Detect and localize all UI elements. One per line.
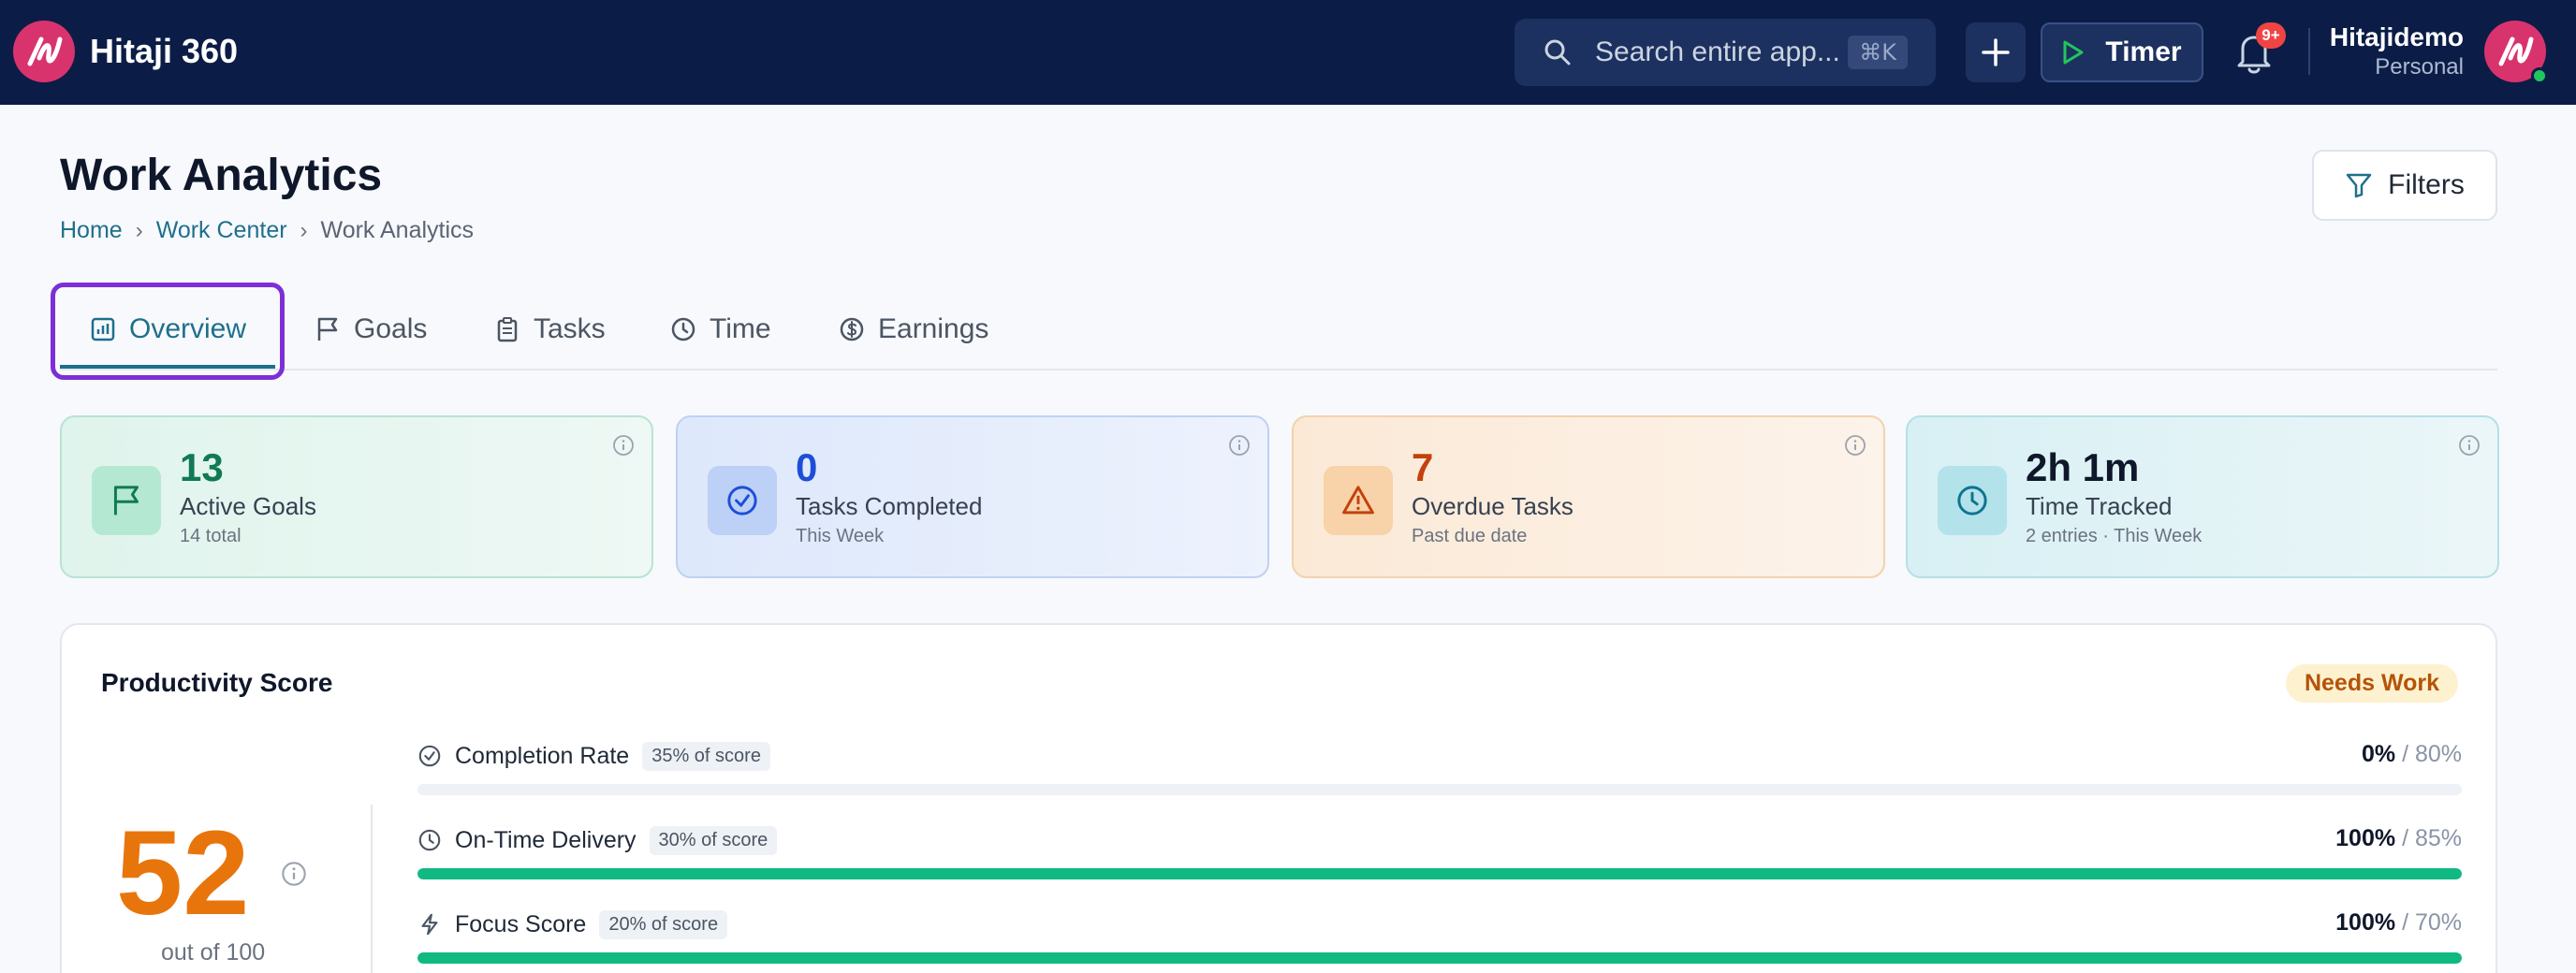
stat-sub: Past due date xyxy=(1412,526,1528,546)
stat-sub: 2 entries · This Week xyxy=(2026,526,2203,546)
stat-card-time-tracked[interactable]: 2h 1m Time Tracked 2 entries · This Week xyxy=(1906,415,2499,578)
top-navbar: Hitaji 360 ⌘K Timer 9+ Hitajidemo Person… xyxy=(0,0,2576,105)
timer-label: Timer xyxy=(2105,36,2182,67)
stat-sub: This Week xyxy=(796,526,885,546)
info-icon[interactable] xyxy=(2458,434,2481,457)
user-name[interactable]: Hitajidemo xyxy=(2330,22,2464,52)
chevron-right-icon: › xyxy=(300,217,308,243)
search-input[interactable] xyxy=(1595,36,1838,68)
metric-label: Focus Score xyxy=(455,910,587,937)
score-scale: out of 100 xyxy=(161,939,266,966)
progress-fill xyxy=(417,952,2462,964)
stat-value: 7 xyxy=(1412,445,1434,489)
metric-focus-score: Focus Score 20% of score 100% / 70% xyxy=(417,906,2462,971)
flag-icon xyxy=(92,466,161,535)
stat-value: 0 xyxy=(796,445,818,489)
filters-button[interactable]: Filters xyxy=(2312,150,2497,221)
check-circle-icon xyxy=(708,466,777,535)
flag-icon xyxy=(317,317,338,341)
info-icon[interactable] xyxy=(281,861,307,887)
metric-value: 100% xyxy=(2335,825,2396,851)
metric-weight: 35% of score xyxy=(642,741,770,771)
metric-value: 100% xyxy=(2335,909,2396,936)
metric-label: On-Time Delivery xyxy=(455,826,637,853)
stat-sub: 14 total xyxy=(180,526,242,546)
progress-bar xyxy=(417,952,2462,964)
metric-value: 0% xyxy=(2361,741,2396,767)
dollar-icon xyxy=(840,317,864,341)
info-icon[interactable] xyxy=(1228,434,1251,457)
check-circle-icon xyxy=(418,745,441,767)
progress-bar xyxy=(417,868,2462,879)
add-button[interactable] xyxy=(1966,22,2026,82)
tab-label: Earnings xyxy=(878,313,989,344)
tab-label: Goals xyxy=(354,313,428,344)
metric-completion-rate: Completion Rate 35% of score 0% / 80% xyxy=(417,737,2462,803)
stat-card-active-goals[interactable]: 13 Active Goals 14 total xyxy=(60,415,653,578)
score-divider xyxy=(371,805,373,973)
navbar-divider xyxy=(2308,28,2310,75)
stat-card-overdue-tasks[interactable]: 7 Overdue Tasks Past due date xyxy=(1292,415,1885,578)
metric-on-time-delivery: On-Time Delivery 30% of score 100% / 85% xyxy=(417,821,2462,887)
clock-icon xyxy=(418,829,441,851)
stat-label: Overdue Tasks xyxy=(1412,492,1573,520)
breadcrumb-work-center[interactable]: Work Center xyxy=(156,217,287,244)
breadcrumb-home[interactable]: Home xyxy=(60,217,123,244)
app-title[interactable]: Hitaji 360 xyxy=(90,30,238,73)
productivity-score-value: 52 xyxy=(116,806,250,940)
tab-label: Time xyxy=(710,313,771,344)
metric-weight: 20% of score xyxy=(599,909,728,939)
lightning-icon xyxy=(421,913,438,936)
stat-card-tasks-completed[interactable]: 0 Tasks Completed This Week xyxy=(676,415,1269,578)
metric-target: / 80% xyxy=(2402,741,2462,767)
tab-bar: Overview Goals Tasks Time Earnings xyxy=(60,290,2497,370)
plus-icon xyxy=(1982,38,2010,66)
clipboard-icon xyxy=(497,317,518,342)
clock-icon xyxy=(671,317,695,341)
info-icon[interactable] xyxy=(1844,434,1866,457)
play-icon xyxy=(2063,40,2084,65)
page-title: Work Analytics xyxy=(60,151,383,200)
user-workspace[interactable]: Personal xyxy=(2375,54,2464,80)
tab-tasks[interactable]: Tasks xyxy=(494,290,606,369)
productivity-score-card: Productivity Score Needs Work 52 out of … xyxy=(60,623,2497,973)
search-shortcut: ⌘K xyxy=(1848,36,1908,69)
chevron-right-icon: › xyxy=(135,217,143,243)
active-tab-indicator xyxy=(60,365,275,369)
online-status-dot xyxy=(2531,67,2548,84)
tab-time[interactable]: Time xyxy=(670,290,771,369)
global-search[interactable]: ⌘K xyxy=(1515,19,1936,86)
bar-chart-icon xyxy=(91,317,115,341)
clock-icon xyxy=(1938,466,2007,535)
stat-label: Tasks Completed xyxy=(796,492,983,520)
productivity-title: Productivity Score xyxy=(101,668,333,697)
breadcrumb-current: Work Analytics xyxy=(320,217,475,243)
tab-label: Overview xyxy=(129,313,247,344)
tab-overview[interactable]: Overview xyxy=(90,290,246,369)
stat-label: Time Tracked xyxy=(2026,492,2173,520)
filters-label: Filters xyxy=(2388,169,2465,200)
app-logo-icon[interactable] xyxy=(13,21,75,82)
progress-bar xyxy=(417,784,2462,795)
tab-goals[interactable]: Goals xyxy=(315,290,427,369)
warning-icon xyxy=(1324,466,1393,535)
stat-value: 2h 1m xyxy=(2026,445,2140,489)
progress-fill xyxy=(417,868,2462,879)
filter-icon xyxy=(2346,173,2372,198)
metric-label: Completion Rate xyxy=(455,742,630,769)
info-icon[interactable] xyxy=(612,434,635,457)
tab-label: Tasks xyxy=(534,313,606,344)
breadcrumb: Home › Work Center › Work Analytics xyxy=(60,217,474,244)
notification-badge: 9+ xyxy=(2256,22,2286,49)
tab-earnings[interactable]: Earnings xyxy=(839,290,988,369)
metric-weight: 30% of score xyxy=(649,825,778,855)
search-icon xyxy=(1544,39,1571,65)
status-badge: Needs Work xyxy=(2285,664,2458,703)
stat-label: Active Goals xyxy=(180,492,316,520)
stat-value: 13 xyxy=(180,445,224,489)
metric-target: / 85% xyxy=(2402,825,2462,851)
metric-target: / 70% xyxy=(2402,909,2462,936)
timer-button[interactable]: Timer xyxy=(2041,22,2203,82)
